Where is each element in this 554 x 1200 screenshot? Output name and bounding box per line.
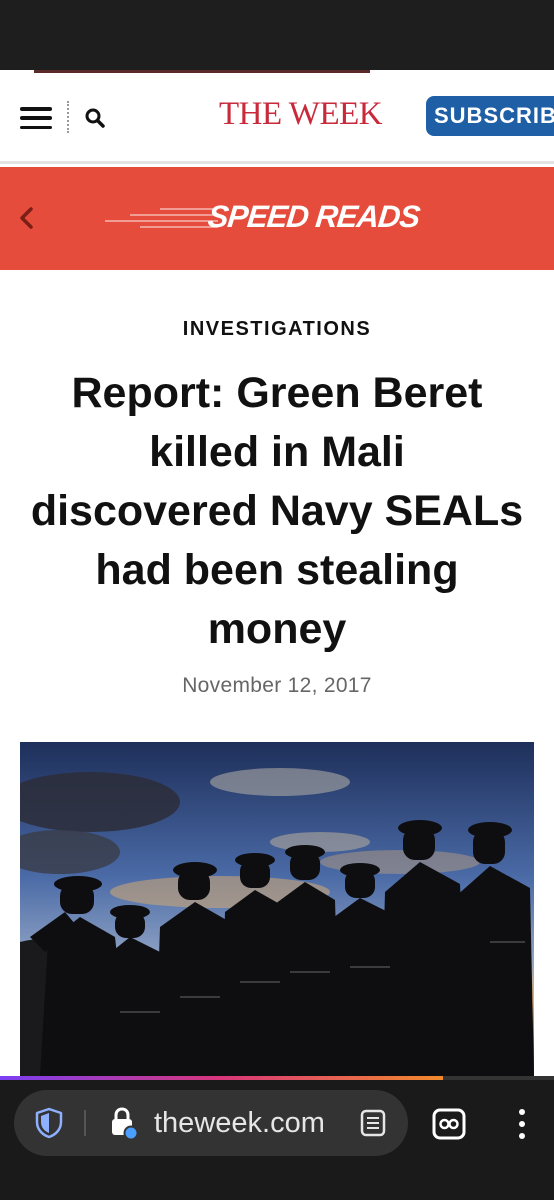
search-icon[interactable] <box>84 107 106 129</box>
article-hero-image[interactable] <box>20 742 534 1076</box>
address-bar[interactable]: theweek.com <box>14 1090 408 1156</box>
site-header: THE WEEK SUBSCRIBE <box>0 70 554 164</box>
chevron-left-icon[interactable] <box>14 205 40 231</box>
soldiers-silhouette-photo <box>20 742 534 1076</box>
tabs-icon[interactable] <box>432 1108 466 1140</box>
speed-lines-decoration <box>105 208 218 228</box>
system-status-bar <box>0 0 554 70</box>
hamburger-menu-icon[interactable] <box>20 107 52 129</box>
more-options-icon[interactable] <box>517 1108 527 1140</box>
shield-icon[interactable] <box>34 1107 64 1139</box>
speed-reads-title[interactable]: SPEED READS <box>206 199 421 235</box>
header-divider <box>67 101 69 133</box>
article-date: November 12, 2017 <box>182 674 372 697</box>
address-bar-divider <box>84 1110 86 1136</box>
reader-mode-icon[interactable] <box>360 1109 386 1137</box>
article-category[interactable]: INVESTIGATIONS <box>0 318 554 341</box>
site-logo[interactable]: THE WEEK <box>219 96 383 133</box>
url-text[interactable]: theweek.com <box>154 1106 339 1140</box>
browser-toolbar: theweek.com <box>0 1080 554 1200</box>
lock-icon[interactable] <box>108 1106 138 1140</box>
header-accent-line <box>34 70 370 73</box>
article-headline: Report: Green Beret killed in Mali disco… <box>30 369 524 653</box>
subscribe-button[interactable]: SUBSCRIBE <box>426 96 554 136</box>
speed-reads-banner: SPEED READS <box>0 167 554 270</box>
